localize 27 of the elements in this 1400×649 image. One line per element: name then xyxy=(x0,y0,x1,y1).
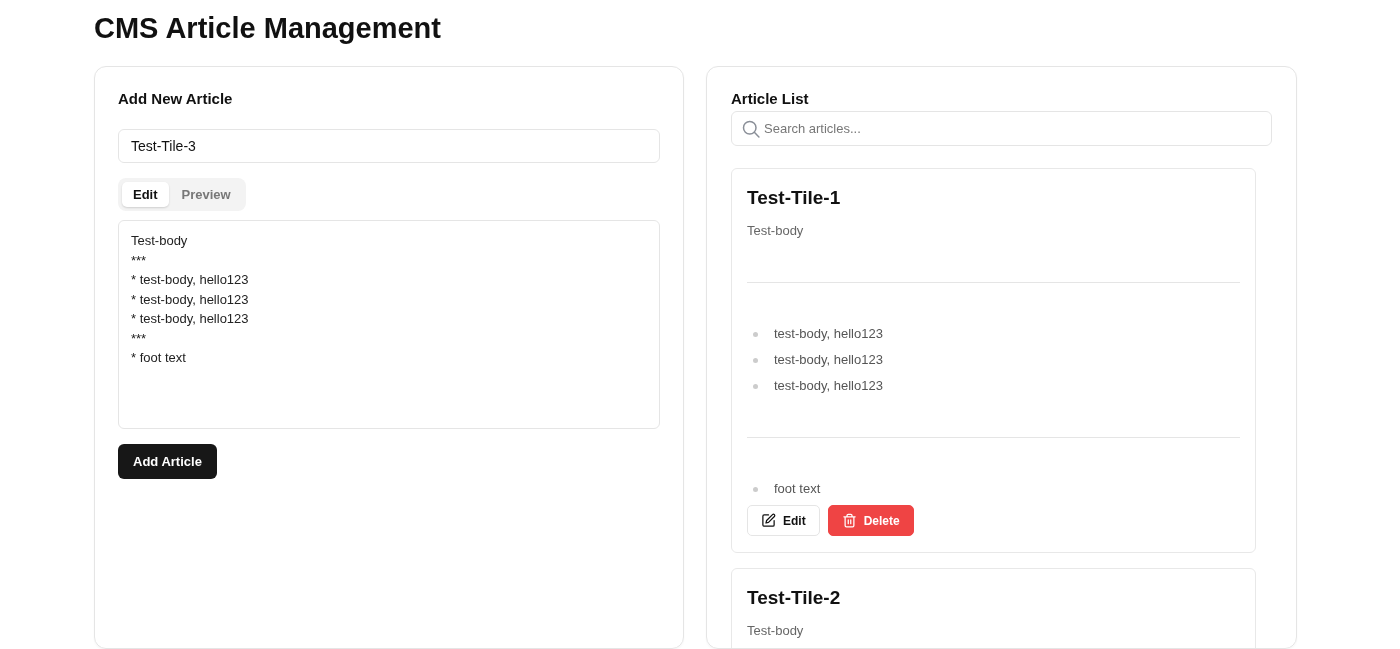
list-item-text: test-body, hello123 xyxy=(774,378,883,393)
pencil-square-icon xyxy=(761,513,776,528)
bullet-icon xyxy=(753,487,758,492)
search-placeholder: Search articles... xyxy=(764,121,861,136)
bullet-icon xyxy=(753,384,758,389)
title-input-field[interactable]: Test-Tile-3 xyxy=(118,129,660,163)
tab[interactable]: Preview xyxy=(170,182,242,207)
edit-button[interactable]: Edit xyxy=(747,505,820,536)
search-field[interactable]: Search articles... xyxy=(731,111,1272,146)
list-item-text: foot text xyxy=(774,481,821,496)
article-title: Test-Tile-2 xyxy=(747,586,841,610)
body-text-field[interactable]: Test-body *** * test-body, hello123 * test-body, hello123 * test-body, hello123 *** * foot text xyxy=(118,220,660,429)
page-title: CMS Article Management xyxy=(94,11,441,46)
section-heading: Article List xyxy=(731,89,809,109)
list-item-text: test-body, hello123 xyxy=(774,352,883,367)
add-article-button[interactable]: Add Article xyxy=(118,444,217,479)
section-heading: Add New Article xyxy=(118,89,233,109)
tab[interactable]: Edit xyxy=(122,182,169,207)
article-title: Test-Tile-1 xyxy=(747,186,841,210)
trash-icon xyxy=(841,513,857,528)
article-text: Test-body xyxy=(747,622,805,640)
bullet-icon xyxy=(753,358,758,363)
list-item-text: test-body, hello123 xyxy=(774,326,883,341)
bullet-icon xyxy=(753,332,758,337)
delete-button[interactable]: Delete xyxy=(827,505,914,536)
search-icon xyxy=(741,118,761,139)
article-text: Test-body xyxy=(747,222,805,240)
